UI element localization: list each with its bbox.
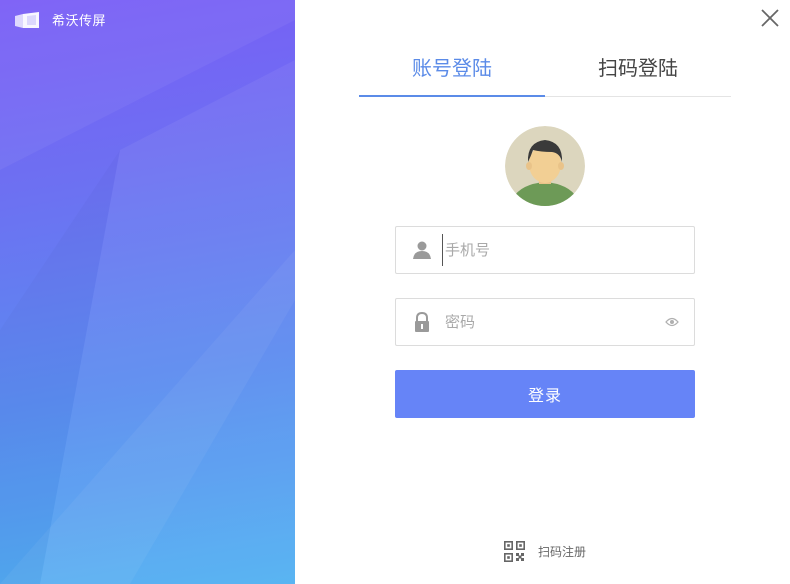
brand-panel: 希沃传屏 [0, 0, 295, 584]
tab-qr-login[interactable]: 扫码登陆 [545, 50, 731, 96]
password-field [395, 298, 695, 346]
app-logo-icon [15, 11, 39, 28]
avatar [505, 126, 585, 206]
qr-register-link[interactable]: 扫码注册 [504, 541, 586, 562]
phone-field [395, 226, 695, 274]
app-name: 希沃传屏 [52, 14, 107, 29]
qr-code-icon [504, 541, 525, 562]
login-button[interactable]: 登录 [395, 370, 695, 418]
close-icon[interactable] [758, 6, 782, 30]
user-icon [413, 241, 431, 259]
register-label: 扫码注册 [538, 545, 587, 559]
background-decoration [0, 0, 295, 584]
password-input[interactable] [442, 306, 665, 338]
tab-account-login[interactable]: 账号登陆 [359, 50, 545, 97]
eye-icon[interactable] [665, 317, 679, 327]
lock-icon [415, 312, 429, 332]
app-brand: 希沃传屏 [14, 10, 106, 29]
phone-input[interactable] [442, 234, 694, 266]
login-tabs: 账号登陆 扫码登陆 [359, 50, 731, 97]
